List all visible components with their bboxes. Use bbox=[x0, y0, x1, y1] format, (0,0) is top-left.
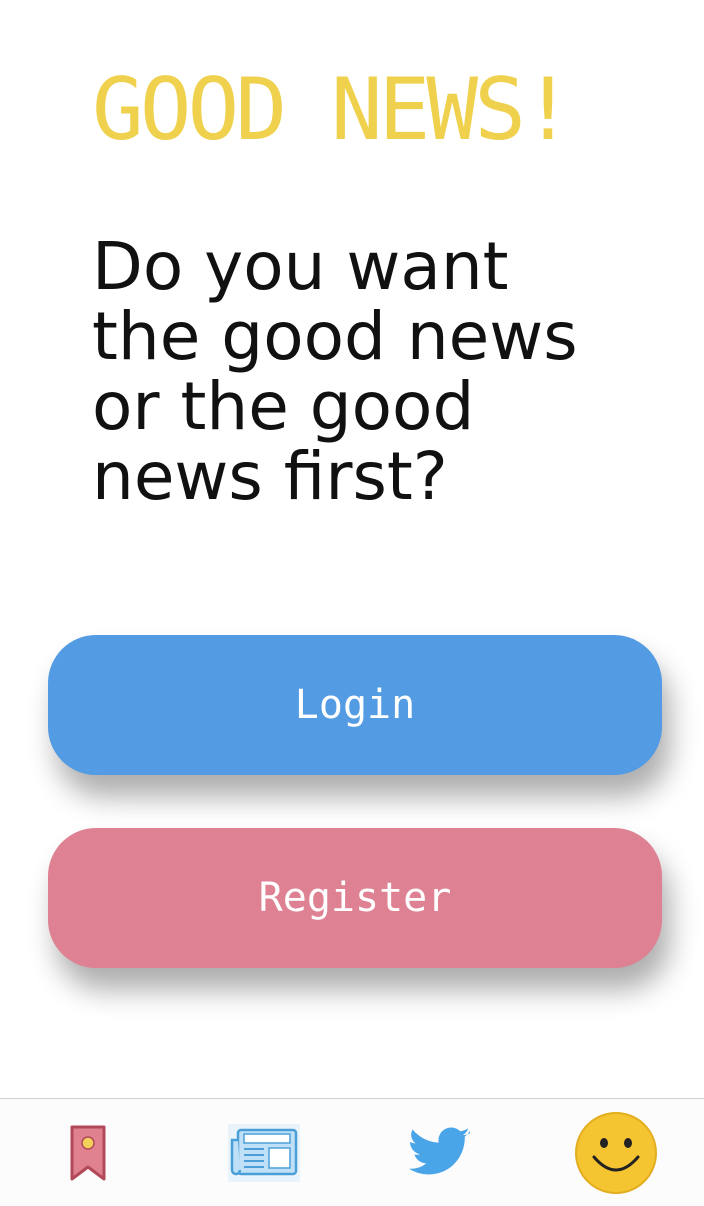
tagline: Do you want the good news or the good ne… bbox=[92, 232, 652, 512]
twitter-bird-icon bbox=[409, 1127, 471, 1179]
smiley-face-icon bbox=[574, 1111, 658, 1195]
newspaper-icon bbox=[228, 1124, 300, 1182]
bookmark-icon bbox=[70, 1125, 106, 1181]
tagline-line: Do you want bbox=[92, 228, 509, 305]
tab-twitter[interactable] bbox=[352, 1099, 528, 1206]
login-button[interactable]: Login bbox=[48, 635, 662, 775]
bottom-tab-bar bbox=[0, 1098, 704, 1206]
tab-bookmarks[interactable] bbox=[0, 1099, 176, 1206]
tagline-line: the good news bbox=[92, 298, 578, 375]
app-title: GOOD NEWS! bbox=[92, 60, 574, 160]
tab-news[interactable] bbox=[176, 1099, 352, 1206]
welcome-screen: GOOD NEWS! Do you want the good news or … bbox=[0, 0, 704, 1206]
register-button[interactable]: Register bbox=[48, 828, 662, 968]
tagline-line: news first? bbox=[92, 438, 448, 515]
tagline-line: or the good bbox=[92, 368, 475, 445]
tab-mood[interactable] bbox=[528, 1099, 704, 1206]
